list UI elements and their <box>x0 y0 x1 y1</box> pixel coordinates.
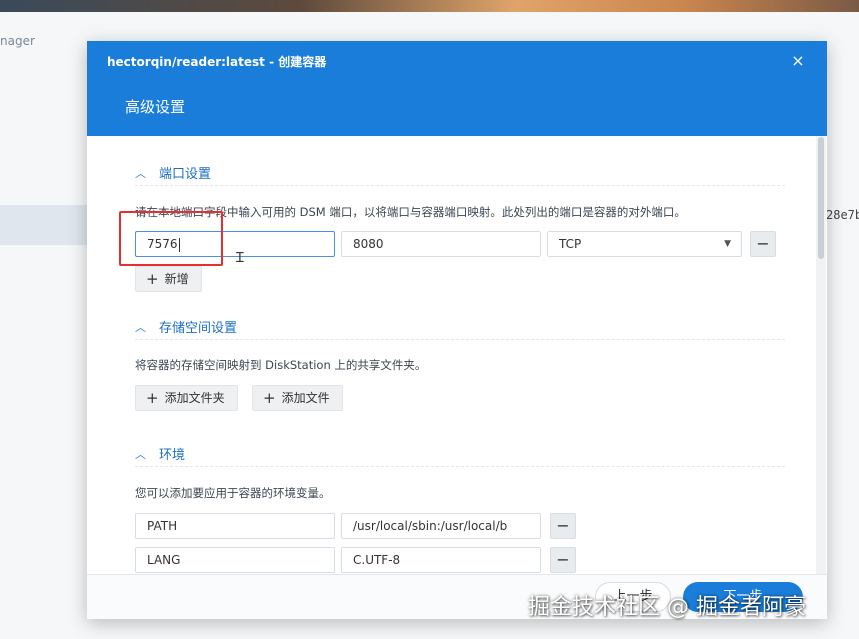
dialog-subtitle: 高级设置 <box>125 98 186 116</box>
dialog-header: hectorqin/reader:latest - 创建容器 × 高级设置 <box>87 41 827 136</box>
container-port-input[interactable]: 8080 <box>341 231 541 257</box>
dropdown-arrow-icon: ▼ <box>724 239 731 249</box>
port-settings-title: 端口设置 <box>159 167 212 182</box>
add-folder-button[interactable]: + 添加文件夹 <box>135 385 238 411</box>
background-sidebar-selected-item <box>0 205 95 245</box>
create-container-dialog: hectorqin/reader:latest - 创建容器 × 高级设置 ︿ … <box>87 41 827 619</box>
plus-icon: + <box>146 270 159 288</box>
close-icon[interactable]: × <box>787 50 809 72</box>
plus-icon: + <box>146 389 159 407</box>
chevron-up-icon: ︿ <box>135 448 146 461</box>
storage-settings-title: 存储空间设置 <box>159 321 238 336</box>
add-port-button[interactable]: + 新增 <box>135 266 202 292</box>
chevron-up-icon: ︿ <box>135 321 146 334</box>
desktop-wallpaper-strip <box>0 0 859 12</box>
highlight-annotation-box <box>119 211 223 266</box>
environment-description: 您可以添加要应用于容器的环境变量。 <box>135 486 331 500</box>
remove-port-button[interactable]: − <box>750 231 776 257</box>
plus-icon: + <box>263 389 276 407</box>
storage-settings-section-header[interactable]: ︿ 存储空间设置 <box>135 317 785 340</box>
environment-title: 环境 <box>159 448 186 463</box>
remove-env-button[interactable]: − <box>550 513 576 539</box>
add-file-button[interactable]: + 添加文件 <box>252 385 343 411</box>
protocol-value: TCP <box>559 237 582 251</box>
add-port-label: 新增 <box>164 272 189 286</box>
watermark-text: 掘金技术社区 @ 掘金者阿豪 <box>528 595 806 620</box>
env-name-input[interactable]: LANG <box>135 547 335 573</box>
storage-settings-description: 将容器的存储空间映射到 DiskStation 上的共享文件夹。 <box>135 358 427 372</box>
add-file-label: 添加文件 <box>281 391 330 405</box>
env-value-input[interactable]: C.UTF-8 <box>341 547 541 573</box>
scrollbar-thumb[interactable] <box>818 137 824 259</box>
environment-section-header[interactable]: ︿ 环境 <box>135 444 785 467</box>
background-container-id: 28e7b <box>826 208 859 222</box>
add-folder-label: 添加文件夹 <box>164 391 225 405</box>
chevron-up-icon: ︿ <box>135 167 146 180</box>
protocol-select[interactable]: TCP ▼ <box>547 231 742 257</box>
remove-env-button[interactable]: − <box>550 547 576 573</box>
dialog-title: hectorqin/reader:latest - 创建容器 <box>107 55 327 69</box>
background-sidebar-label: nager <box>0 34 35 48</box>
text-cursor-icon: Ɪ <box>236 250 244 266</box>
port-settings-section-header[interactable]: ︿ 端口设置 <box>135 163 785 186</box>
env-value-input[interactable]: /usr/local/sbin:/usr/local/b <box>341 513 541 539</box>
env-name-input[interactable]: PATH <box>135 513 335 539</box>
